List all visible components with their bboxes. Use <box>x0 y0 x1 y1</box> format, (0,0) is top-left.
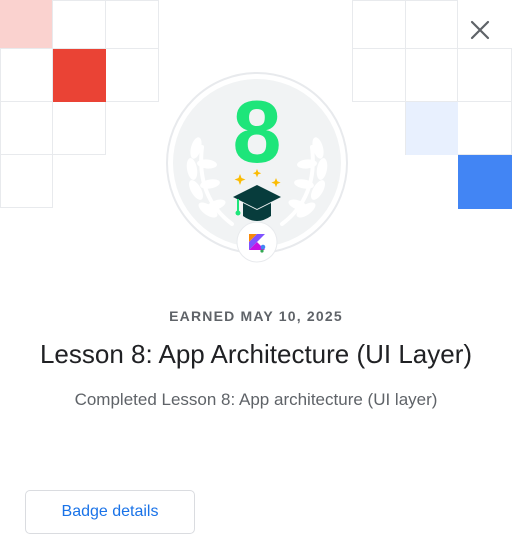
badge-number: 8 <box>233 82 282 181</box>
close-icon <box>470 20 490 40</box>
kotlin-logo-icon <box>236 221 278 263</box>
badge-dialog: 8 EARNED MAY 10, 2025 Lesson 8: App Arch… <box>0 0 512 555</box>
close-button[interactable] <box>464 14 496 46</box>
badge-title: Lesson 8: App Architecture (UI Layer) <box>39 339 473 369</box>
badge-details-button[interactable]: Badge details <box>25 490 195 534</box>
earned-date: EARNED MAY 10, 2025 <box>169 308 343 324</box>
badge-emblem: 8 <box>166 72 348 264</box>
badge-description: Completed Lesson 8: App architecture (UI… <box>74 390 438 409</box>
